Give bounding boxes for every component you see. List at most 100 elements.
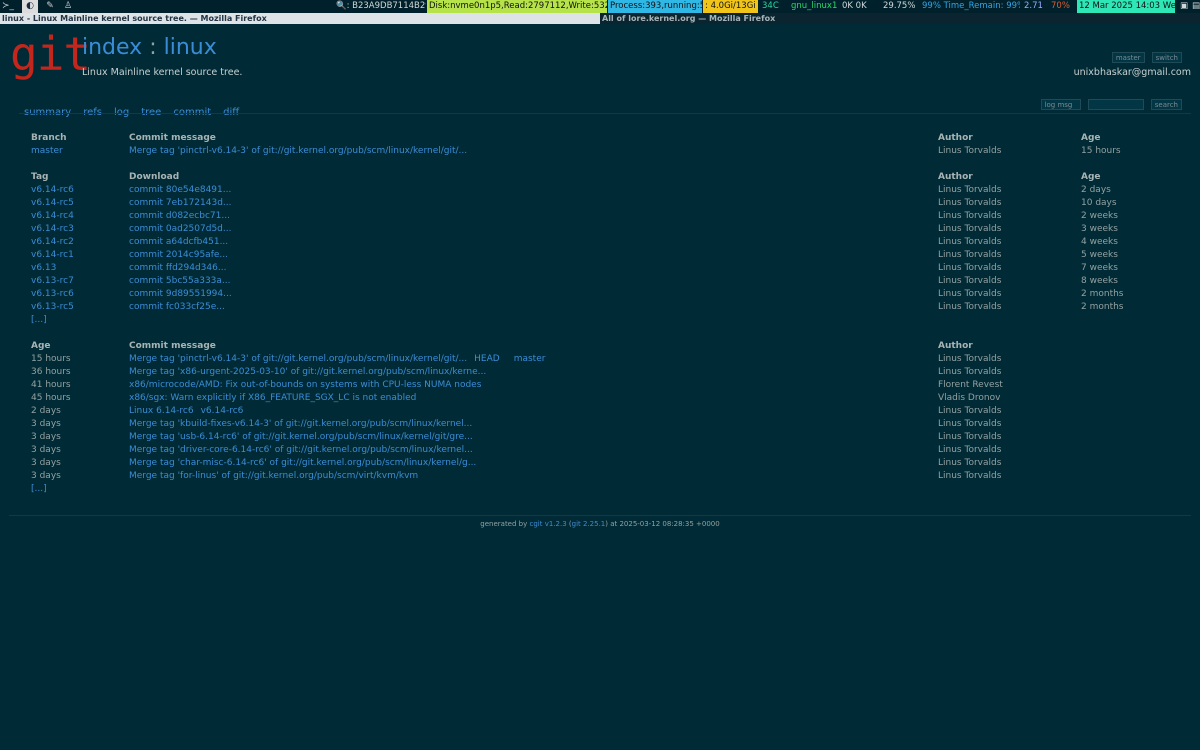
tray-app-icon[interactable]: ▣ (1178, 0, 1188, 13)
window-title-bar: linux - Linux Mainline kernel source tre… (0, 13, 1200, 24)
repo-link[interactable]: linux (164, 35, 217, 60)
tag-link[interactable]: v6.13-rc7 (31, 275, 126, 288)
tag-link[interactable]: v6.13-rc6 (31, 288, 126, 301)
branch-link[interactable]: master (31, 145, 126, 158)
memory-indicator: : 4.0Gi/13Gi (703, 0, 758, 13)
author: Linus Torvalds (938, 367, 1002, 377)
author: Linus Torvalds (938, 354, 1002, 364)
age: 10 days (1081, 198, 1117, 208)
tag-link[interactable]: v6.14-rc6 (31, 184, 126, 197)
tag-link[interactable]: v6.13-rc5 (31, 301, 126, 314)
workspace-misc-icon[interactable]: ♙ (60, 0, 76, 13)
commit-message-link[interactable]: x86/sgx: Warn explicitly if X86_FEATURE_… (129, 392, 929, 405)
header-branch: Branch (31, 133, 67, 143)
author: Florent Revest (938, 380, 1003, 390)
disk-indicator: Disk:nvme0n1p5,Read:2797112,Write:532230… (427, 0, 607, 13)
search-type-select[interactable]: log msg (1040, 99, 1081, 110)
commit-message-link[interactable]: Merge tag 'pinctrl-v6.14-3' of git://git… (129, 145, 929, 158)
author: Linus Torvalds (938, 458, 1002, 468)
author: Linus Torvalds (938, 198, 1002, 208)
age: 15 hours (31, 354, 71, 364)
download-link[interactable]: commit 80e54e8491... (129, 184, 929, 197)
author: Linus Torvalds (938, 224, 1002, 234)
table-row: v6.14-rc5 commit 7eb172143d... Linus Torva… (31, 197, 1191, 210)
git-version-link[interactable]: git 2.25.1 (572, 520, 606, 528)
age: 4 weeks (1081, 237, 1118, 247)
footer: generated by cgit v1.2.3 (git 2.25.1) at… (0, 520, 1200, 528)
author: Linus Torvalds (938, 445, 1002, 455)
workspace-editor-icon[interactable]: ✎ (42, 0, 58, 13)
download-link[interactable]: commit 7eb172143d... (129, 197, 929, 210)
commit-message-link[interactable]: x86/microcode/AMD: Fix out-of-bounds on … (129, 379, 929, 392)
commit-cell: Linux 6.14-rc6 v6.14-rc6 (129, 405, 929, 418)
age: 2 weeks (1081, 211, 1118, 221)
header-commit-message: Commit message (129, 133, 216, 143)
tag-link[interactable]: v6.14-rc2 (31, 236, 126, 249)
download-link[interactable]: commit a64dcfb451... (129, 236, 929, 249)
commit-message-link[interactable]: Merge tag 'for-linus' of git://git.kerne… (129, 470, 929, 483)
header-tag: Tag (31, 172, 49, 182)
cgit-version-link[interactable]: cgit v1.2.3 (529, 520, 566, 528)
branch-select[interactable]: master (1111, 52, 1145, 63)
tag-link[interactable]: v6.14-rc3 (31, 223, 126, 236)
workspace-browser-icon[interactable]: ◐ (22, 0, 38, 13)
download-link[interactable]: commit 5bc55a333a... (129, 275, 929, 288)
tag-link[interactable]: v6.13 (31, 262, 126, 275)
commit-message-link[interactable]: Merge tag 'pinctrl-v6.14-3' of git://git… (129, 354, 467, 364)
workspace-terminal-icon[interactable]: ≻_ (0, 0, 16, 13)
footer-prefix: generated by (480, 520, 528, 528)
table-row: v6.13-rc7 commit 5bc55a333a... Linus Torva… (31, 275, 1191, 288)
age: 5 weeks (1081, 250, 1118, 260)
cpu-indicator: 29.75% (883, 1, 916, 11)
table-row: 36 hours Merge tag 'x86-urgent-2025-03-10… (31, 366, 1191, 379)
commit-message-link[interactable]: Merge tag 'kbuild-fixes-v6.14-3' of git:… (129, 418, 929, 431)
switch-button[interactable]: switch (1151, 52, 1182, 63)
table-row: v6.13-rc5 commit fc033cf25e... Linus Torva… (31, 301, 1191, 314)
gpg-key-indicator: 🔍: B23A9DB7114B2915 (336, 1, 426, 11)
download-link[interactable]: commit fc033cf25e... (129, 301, 929, 314)
commit-message-link[interactable]: Merge tag 'x86-urgent-2025-03-10' of git… (129, 366, 929, 379)
tag-decoration[interactable]: v6.14-rc6 (201, 406, 244, 416)
tray-menu-icon[interactable]: ▤ (1190, 0, 1200, 13)
volume-indicator[interactable]: 70% (1049, 0, 1076, 13)
commit-message-link[interactable]: Merge tag 'char-misc-6.14-rc6' of git://… (129, 457, 929, 470)
more-log-link[interactable]: [...] (31, 483, 126, 496)
inactive-window-title[interactable]: All of lore.kernel.org — Mozilla Firefox (600, 13, 1200, 24)
commit-message-link[interactable]: Merge tag 'driver-core-6.14-rc6' of git:… (129, 444, 929, 457)
download-link[interactable]: commit 9d89551994... (129, 288, 929, 301)
age: 2 days (1081, 185, 1111, 195)
table-row: 2 days Linux 6.14-rc6 v6.14-rc6 Linus Tor… (31, 405, 1191, 418)
download-link[interactable]: commit 2014c95afe... (129, 249, 929, 262)
active-window-title[interactable]: linux - Linux Mainline kernel source tre… (0, 13, 600, 24)
age: 2 days (31, 406, 61, 416)
author: Linus Torvalds (938, 432, 1002, 442)
branch-switch-form: master switch (1110, 52, 1182, 63)
download-link[interactable]: commit 0ad2507d5d... (129, 223, 929, 236)
process-indicator: Process:393,running:5 (608, 0, 702, 13)
header-age: Age (31, 341, 51, 351)
table-row: 3 days Merge tag 'driver-core-6.14-rc6' o… (31, 444, 1191, 457)
search-input[interactable] (1087, 99, 1144, 110)
commit-cell: Merge tag 'pinctrl-v6.14-3' of git://git… (129, 353, 929, 366)
tag-link[interactable]: v6.14-rc1 (31, 249, 126, 262)
cgit-logo[interactable]: git (10, 31, 91, 77)
temperature-indicator: 34C (762, 1, 779, 11)
index-link[interactable]: index (82, 35, 142, 60)
download-link[interactable]: commit d082ecbc71... (129, 210, 929, 223)
search-button[interactable]: search (1150, 99, 1182, 110)
table-row: 3 days Merge tag 'char-misc-6.14-rc6' of … (31, 457, 1191, 470)
search-form: log msg search (1039, 99, 1182, 110)
head-decoration[interactable]: HEAD (474, 354, 500, 364)
more-tags-link[interactable]: [...] (31, 314, 126, 327)
author: Linus Torvalds (938, 263, 1002, 273)
download-link[interactable]: commit ffd294d346... (129, 262, 929, 275)
header-download: Download (129, 172, 180, 182)
commit-message-link[interactable]: Merge tag 'usb-6.14-rc6' of git://git.ke… (129, 431, 929, 444)
tag-link[interactable]: v6.14-rc4 (31, 210, 126, 223)
log-table: Age Commit message Author 15 hours Merge… (31, 340, 1191, 496)
table-row: 45 hours x86/sgx: Warn explicitly if X86_… (31, 392, 1191, 405)
branch-decoration[interactable]: master (514, 354, 546, 364)
tag-link[interactable]: v6.14-rc5 (31, 197, 126, 210)
table-row: v6.14-rc4 commit d082ecbc71... Linus Torva… (31, 210, 1191, 223)
commit-message-link[interactable]: Linux 6.14-rc6 (129, 406, 194, 416)
